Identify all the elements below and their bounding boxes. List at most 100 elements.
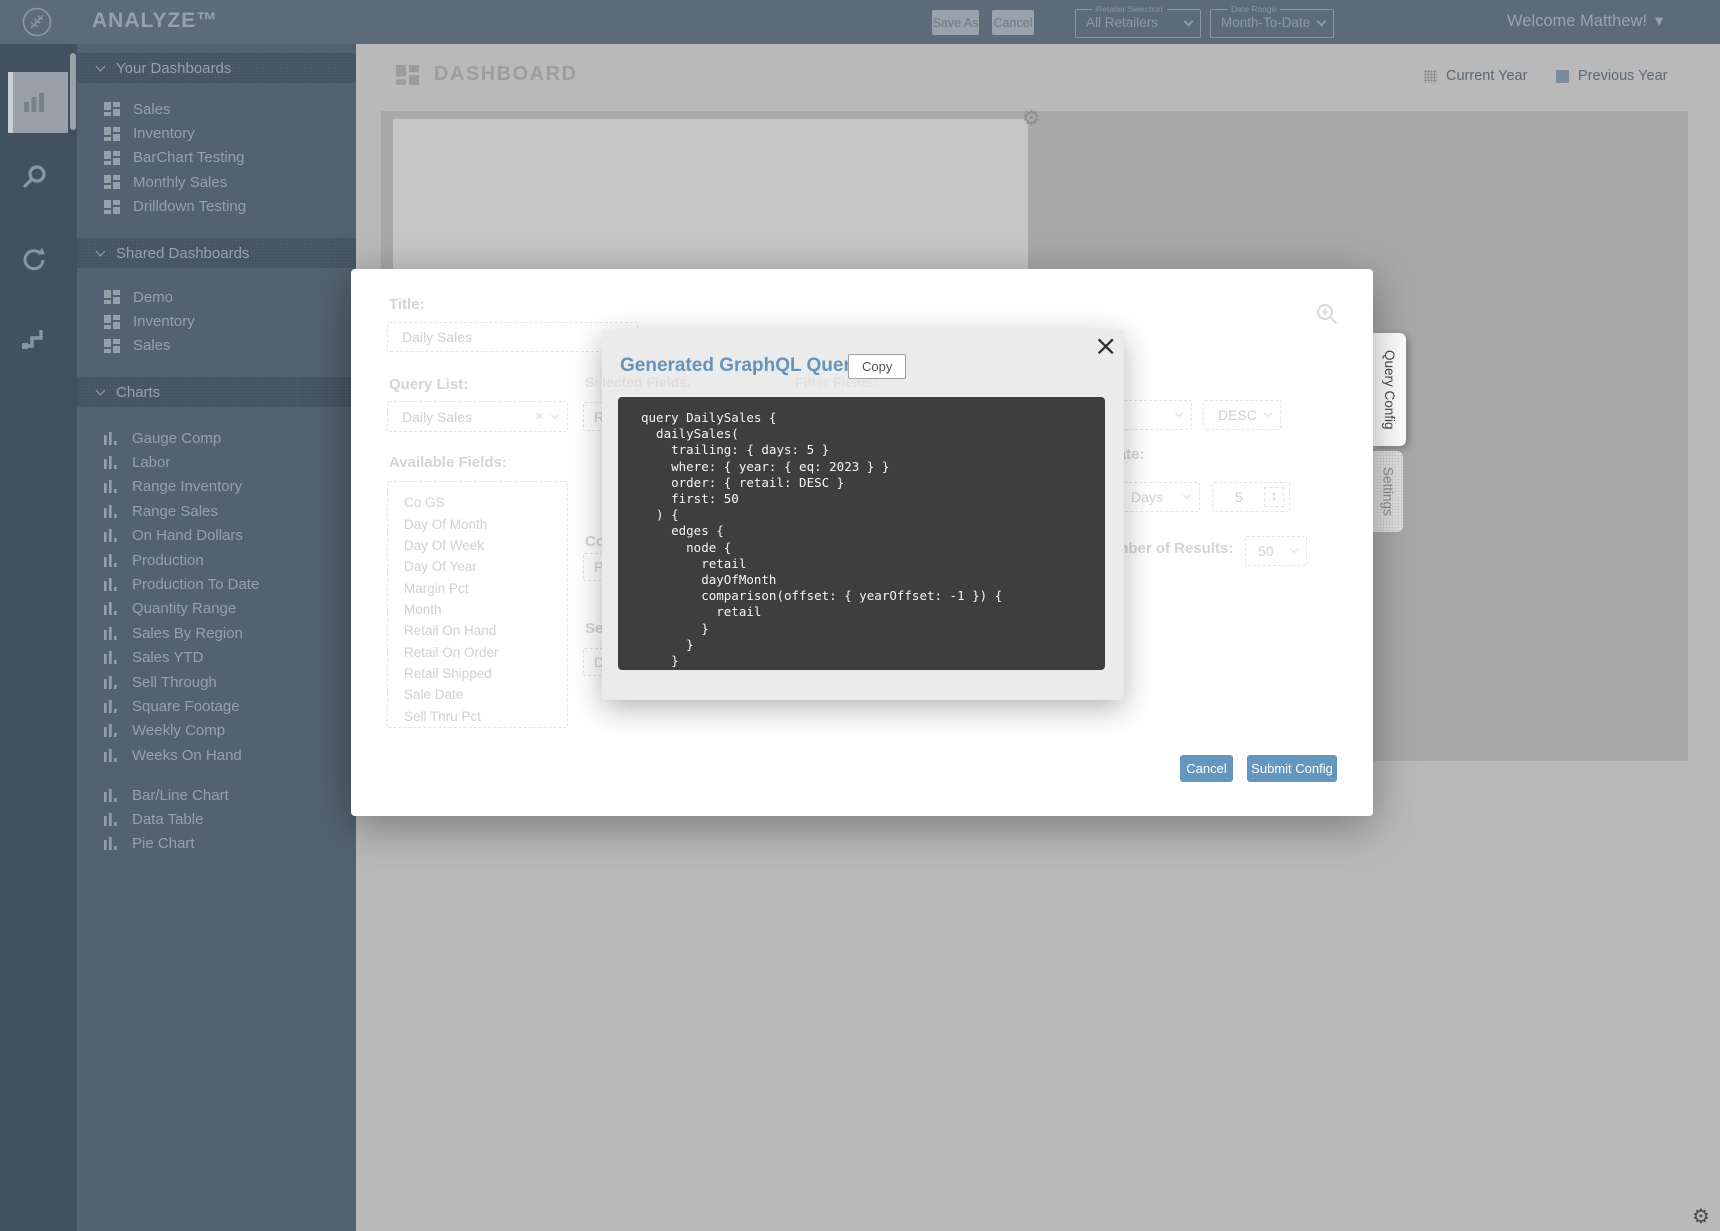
mini-bar-chart-icon	[104, 578, 119, 591]
available-field-item[interactable]: Retail On Hand	[388, 620, 567, 641]
sort-direction-select[interactable]: DESC	[1203, 400, 1281, 430]
sidebar-item-dashboard[interactable]: Sales	[77, 334, 356, 358]
sidebar-item-chart[interactable]: Range Sales	[77, 499, 356, 523]
dashboards-nav-button[interactable]	[0, 88, 68, 118]
sidebar-item-dashboard[interactable]: Sales	[77, 97, 356, 121]
page-settings-gear-icon[interactable]: ⚙	[1692, 1204, 1710, 1228]
sidebar-item-chart[interactable]: Sell Through	[77, 670, 356, 694]
sidebar-item-chart[interactable]: On Hand Dollars	[77, 524, 356, 548]
sidebar-item-chart[interactable]: Range Inventory	[77, 475, 356, 499]
sidebar-item-chart[interactable]: Labor	[77, 450, 356, 474]
steps-nav-button[interactable]	[0, 322, 68, 354]
sort-field-select[interactable]	[1122, 400, 1192, 430]
sidebar-scrollbar[interactable]	[68, 44, 77, 1231]
mini-bar-chart-icon	[104, 456, 119, 469]
sidebar-item-chart[interactable]: Sales YTD	[77, 646, 356, 670]
save-as-button[interactable]: Save As	[932, 10, 979, 35]
available-field-item[interactable]: Day Of Week	[388, 535, 567, 556]
refresh-icon	[18, 244, 50, 276]
search-nav-button[interactable]	[0, 162, 68, 194]
section-your-dashboards[interactable]: Your Dashboards	[77, 53, 356, 83]
mini-bar-chart-icon	[104, 480, 119, 493]
modal-cancel-button[interactable]: Cancel	[1180, 755, 1233, 782]
sidebar-item-chart[interactable]: Weekly Comp	[77, 719, 356, 743]
retailer-select[interactable]: Retailer Selection All Retailers	[1075, 4, 1201, 38]
chevron-down-icon	[1184, 17, 1194, 27]
current-year-swatch	[1424, 70, 1437, 83]
sidebar-item-chart[interactable]: Square Footage	[77, 694, 356, 718]
graphql-code-block[interactable]: query DailySales { dailySales( trailing:…	[618, 397, 1105, 670]
sidebar-item-chart[interactable]: Production	[77, 548, 356, 572]
dashboard-grid-icon	[104, 339, 120, 353]
clear-icon[interactable]: ×	[535, 408, 552, 425]
widget-gear-icon[interactable]: ⚙	[1022, 106, 1041, 130]
sidebar-item-chart-type[interactable]: Bar/Line Chart	[77, 783, 356, 807]
available-field-item[interactable]: Margin Pct	[388, 577, 567, 598]
mini-bar-chart-icon	[104, 602, 119, 615]
available-field-item[interactable]: Day Of Year	[388, 556, 567, 577]
close-icon[interactable]: ×	[1094, 332, 1117, 360]
stepper-arrows-icon[interactable]: ▲ ▼	[1264, 487, 1284, 507]
search-icon	[18, 162, 50, 194]
cancel-button[interactable]: Cancel	[992, 10, 1034, 35]
sidebar-item-label: Bar/Line Chart	[132, 787, 229, 804]
tab-query-config[interactable]: Query Config	[1373, 333, 1406, 446]
days-count-stepper[interactable]: 5 ▲ ▼	[1212, 482, 1290, 512]
date-range-days-select[interactable]: Days	[1122, 482, 1200, 512]
dashboard-grid-icon	[104, 102, 120, 116]
sidebar-scrollbar-thumb[interactable]	[70, 53, 76, 130]
sidebar-item-dashboard[interactable]: Demo	[77, 285, 356, 309]
chevron-down-icon	[96, 61, 106, 71]
available-field-item[interactable]: Retail On Order	[388, 642, 567, 663]
available-field-item[interactable]: Day Of Month	[388, 513, 567, 534]
available-field-item[interactable]: Retail Shipped	[388, 663, 567, 684]
mini-bar-chart-icon	[104, 651, 119, 664]
sidebar-item-chart[interactable]: Gauge Comp	[77, 426, 356, 450]
sidebar-item-label: Range Sales	[132, 503, 218, 520]
refresh-nav-button[interactable]	[0, 244, 68, 276]
stepper-down-icon[interactable]: ▼	[1271, 497, 1277, 503]
title-input[interactable]: Daily Sales	[387, 322, 638, 352]
legend-current-year: Current Year	[1424, 68, 1527, 84]
available-field-item[interactable]: Sale Date	[388, 684, 567, 705]
mini-bar-chart-icon	[104, 529, 119, 542]
sidebar-item-chart-type[interactable]: Data Table	[77, 807, 356, 831]
results-count-select[interactable]: 50	[1245, 536, 1307, 566]
sidebar-item-label: Quantity Range	[132, 600, 236, 617]
sidebar-item-chart[interactable]: Production To Date	[77, 572, 356, 596]
available-field-item[interactable]: Month	[388, 599, 567, 620]
query-list-value: Daily Sales	[402, 409, 472, 425]
available-field-item[interactable]: Co GS	[388, 492, 567, 513]
submit-config-button[interactable]: Submit Config	[1247, 755, 1337, 782]
dashboard-grid-icon	[104, 315, 120, 329]
sidebar-item-dashboard[interactable]: BarChart Testing	[77, 146, 356, 170]
sidebar-item-chart-type[interactable]: Pie Chart	[77, 832, 356, 856]
zoom-in-icon[interactable]	[1316, 303, 1338, 325]
sidebar-item-chart[interactable]: Quantity Range	[77, 597, 356, 621]
sidebar-item-dashboard[interactable]: Inventory	[77, 309, 356, 333]
mini-bar-chart-icon	[104, 789, 119, 802]
available-fields-list: Co GS Day Of Month Day Of Week Day Of Ye…	[387, 481, 568, 728]
sidebar-item-label: Sales YTD	[132, 649, 203, 666]
sidebar-item-dashboard[interactable]: Drilldown Testing	[77, 195, 356, 219]
tab-settings[interactable]: Settings	[1373, 451, 1403, 532]
sidebar-item-dashboard[interactable]: Inventory	[77, 121, 356, 145]
available-field-item[interactable]: Sell Thru Pct	[388, 706, 567, 727]
leaf-logo-icon	[22, 7, 52, 37]
query-list-select[interactable]: Daily Sales ×	[387, 401, 568, 432]
sidebar-item-dashboard[interactable]: Monthly Sales	[77, 170, 356, 194]
sidebar-item-label: Labor	[132, 454, 170, 471]
sidebar-item-chart[interactable]: Sales By Region	[77, 621, 356, 645]
mini-bar-chart-icon	[104, 813, 119, 826]
section-shared-dashboards[interactable]: Shared Dashboards	[77, 238, 356, 268]
mini-bar-chart-icon	[104, 700, 119, 713]
sidebar-item-chart[interactable]: Weeks On Hand	[77, 743, 356, 767]
field-label: Margin Pct	[404, 581, 469, 596]
daterange-select[interactable]: Date Range Month-To-Date	[1210, 4, 1334, 38]
chevron-down-icon	[96, 385, 106, 395]
mini-bar-chart-icon	[104, 554, 119, 567]
legend-label: Previous Year	[1578, 68, 1667, 84]
section-charts[interactable]: Charts	[77, 377, 356, 407]
user-menu[interactable]: Welcome Matthew! ▾	[1507, 11, 1663, 31]
sidebar-item-label: Pie Chart	[132, 835, 195, 852]
